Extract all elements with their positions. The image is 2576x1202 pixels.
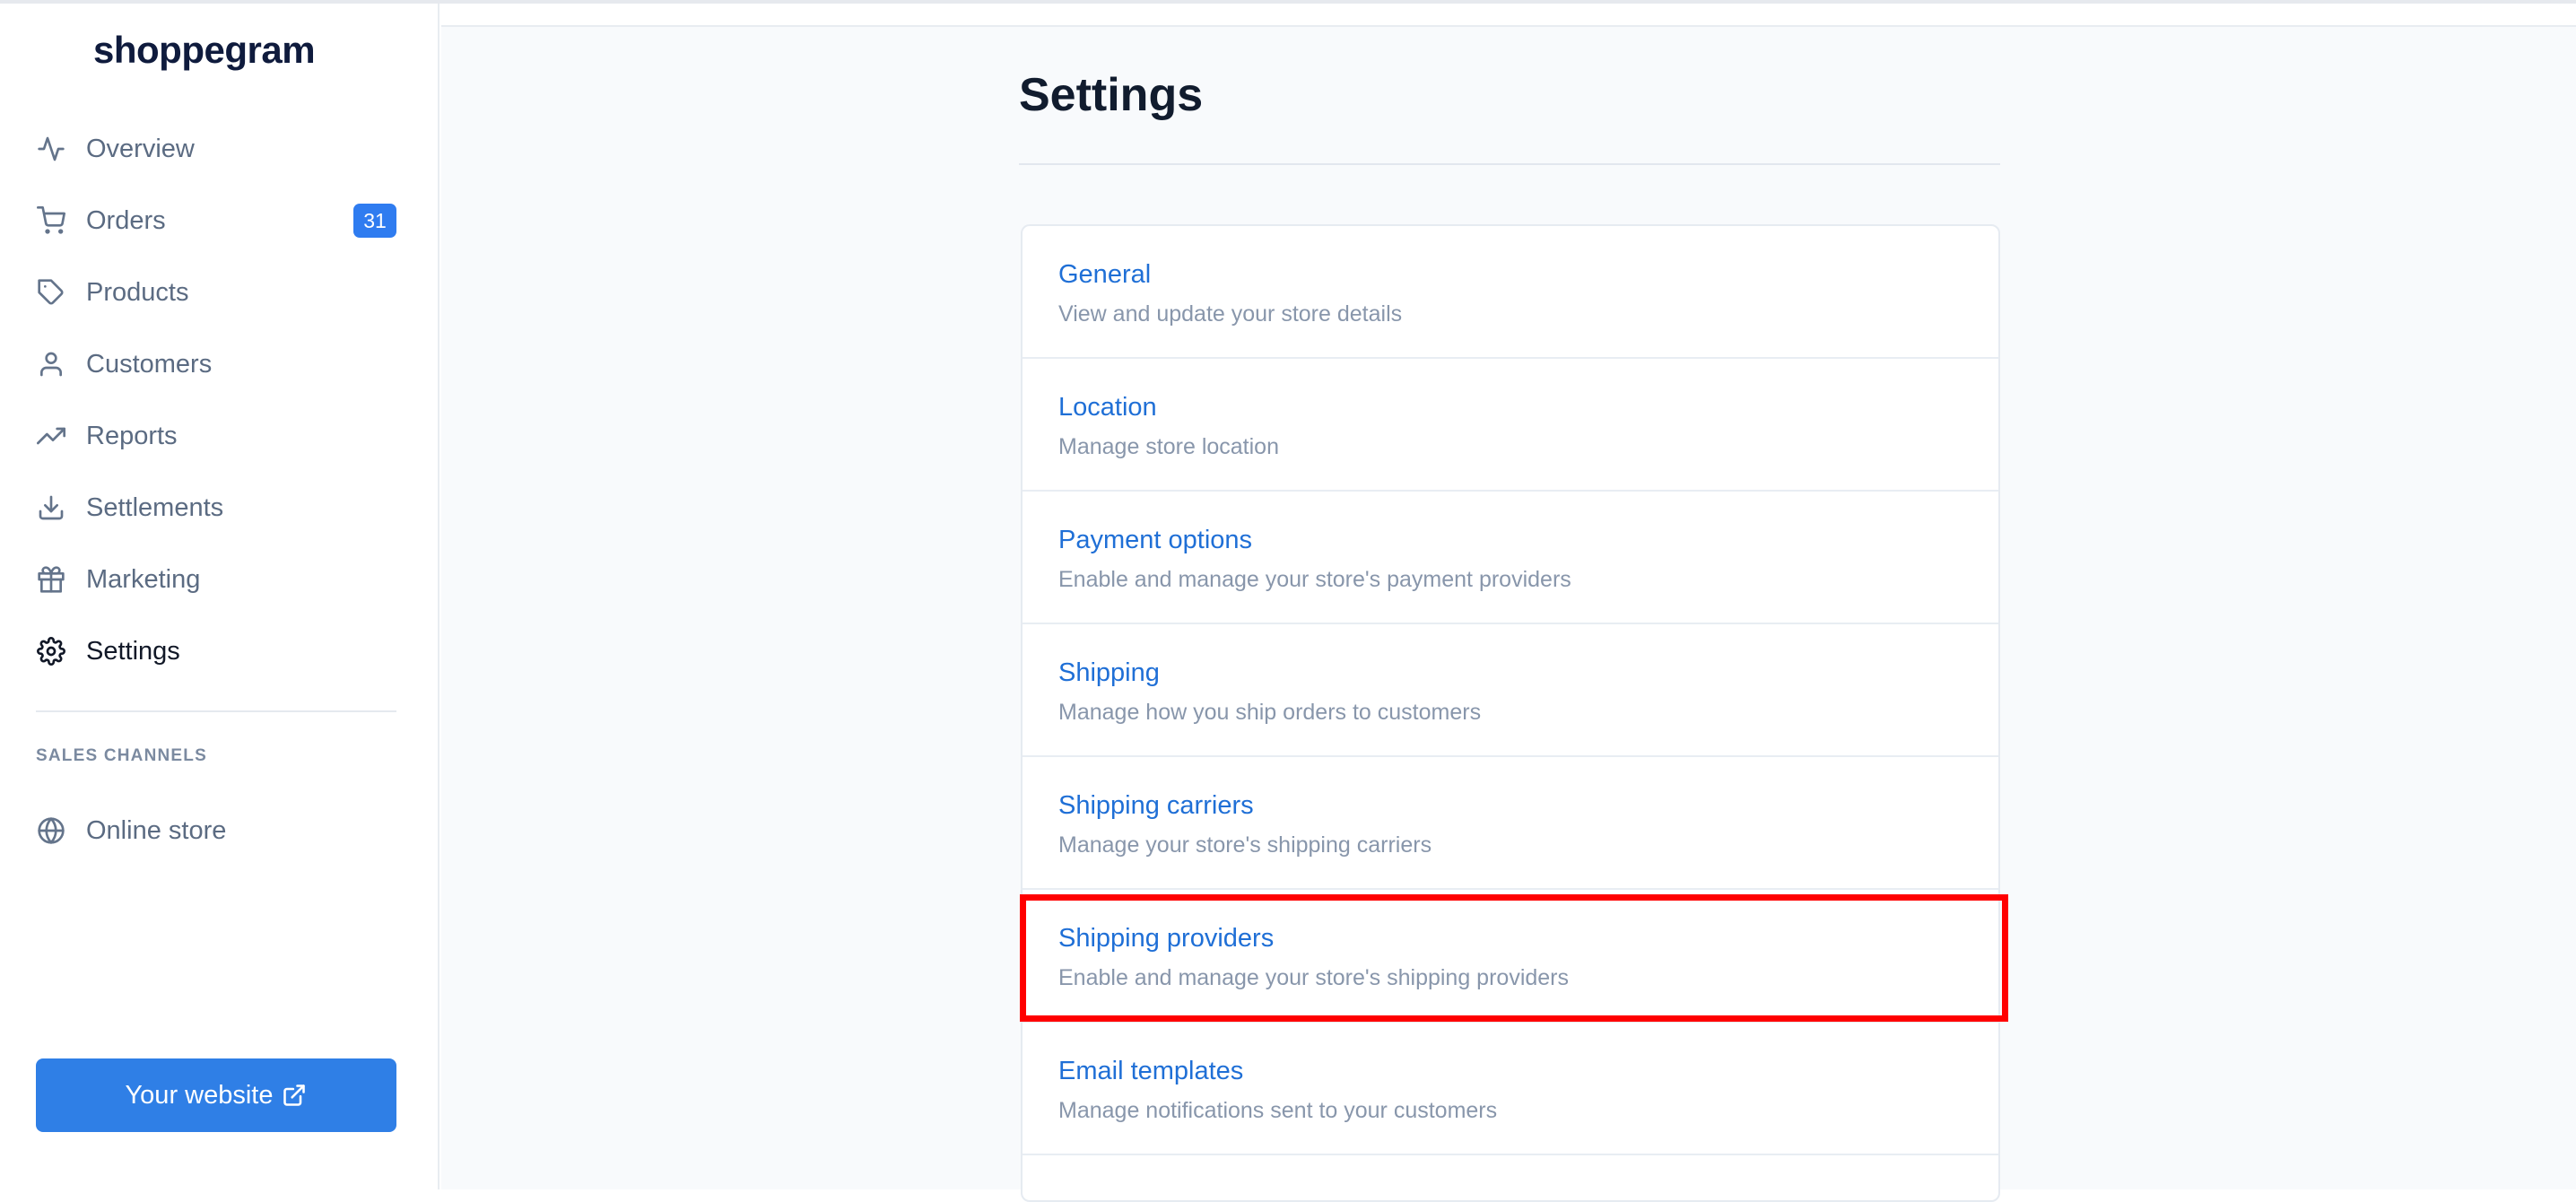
settings-item-title[interactable]: Payment options [1058, 526, 1252, 555]
sidebar-item-orders[interactable]: Orders 31 [36, 194, 396, 248]
settings-item-title[interactable]: Location [1058, 393, 1157, 422]
activity-icon [36, 134, 66, 164]
your-website-label: Your website [125, 1080, 274, 1110]
settings-item-payment-options[interactable]: Payment options Enable and manage your s… [1023, 492, 1998, 624]
sidebar-item-label: Online store [86, 815, 227, 845]
gear-icon [36, 636, 66, 666]
sidebar-divider [36, 710, 396, 712]
settings-list: General View and update your store detai… [1021, 224, 2000, 1202]
settings-item-title[interactable]: Shipping providers [1058, 924, 1274, 954]
sidebar-item-online-store[interactable]: Online store [36, 804, 396, 858]
settings-item-description: Manage store location [1058, 434, 1279, 459]
settings-item-location[interactable]: Location Manage store location [1023, 359, 1998, 492]
settings-item-description: Enable and manage your store's payment p… [1058, 567, 1571, 592]
settings-item-description: View and update your store details [1058, 301, 1403, 327]
sidebar-item-label: Reports [86, 421, 178, 450]
sidebar-item-customers[interactable]: Customers [36, 337, 396, 391]
sidebar-item-label: Settlements [86, 492, 224, 522]
sidebar-item-label: Products [86, 277, 189, 307]
sidebar-item-reports[interactable]: Reports [36, 409, 396, 463]
cart-icon [36, 205, 66, 236]
sidebar-item-products[interactable]: Products [36, 266, 396, 319]
top-bar [441, 4, 2576, 27]
settings-item-shipping-carriers[interactable]: Shipping carriers Manage your store's sh… [1023, 757, 1998, 890]
sidebar-item-marketing[interactable]: Marketing [36, 553, 396, 606]
settings-item-shipping[interactable]: Shipping Manage how you ship orders to c… [1023, 624, 1998, 757]
settings-item-email-templates[interactable]: Email templates Manage notifications sen… [1023, 1023, 1998, 1155]
settings-item-shipping-providers[interactable]: Shipping providers Enable and manage you… [1023, 890, 1998, 1023]
external-link-icon [283, 1084, 306, 1106]
sales-channels-heading: SALES CHANNELS [36, 746, 207, 765]
settings-item-description: Enable and manage your store's shipping … [1058, 965, 1570, 990]
title-divider [1019, 163, 2000, 165]
sidebar-item-label: Overview [86, 134, 195, 163]
settings-item-title[interactable]: Shipping carriers [1058, 791, 1254, 821]
sidebar-item-settings[interactable]: Settings [36, 624, 396, 678]
main-content: Settings General View and update your st… [441, 4, 2576, 1202]
sidebar-item-overview[interactable]: Overview [36, 122, 396, 176]
trending-up-icon [36, 421, 66, 451]
sidebar-item-label: Orders [86, 205, 166, 235]
page-title: Settings [1019, 69, 1204, 121]
settings-item-description: Manage how you ship orders to customers [1058, 700, 1482, 725]
user-icon [36, 349, 66, 379]
settings-item-title[interactable]: General [1058, 260, 1151, 290]
settings-item-description: Manage notifications sent to your custom… [1058, 1098, 1498, 1123]
your-website-button[interactable]: Your website [36, 1058, 396, 1132]
sidebar-item-label: Marketing [86, 564, 201, 594]
download-icon [36, 492, 66, 523]
gift-icon [36, 564, 66, 595]
tag-icon [36, 277, 66, 308]
settings-item-title[interactable]: Shipping [1058, 658, 1160, 688]
app-logo[interactable]: shoppegram [93, 29, 316, 72]
settings-item-description: Manage your store's shipping carriers [1058, 832, 1432, 858]
sidebar-item-settlements[interactable]: Settlements [36, 481, 396, 535]
sidebar-item-label: Settings [86, 636, 180, 666]
settings-item-title[interactable]: Email templates [1058, 1057, 1243, 1086]
settings-item-general[interactable]: General View and update your store detai… [1023, 226, 1998, 359]
orders-count-badge: 31 [353, 204, 396, 238]
sidebar-item-label: Customers [86, 349, 213, 379]
globe-icon [36, 815, 66, 846]
sidebar: shoppegram Overview Orders 31 Products C… [0, 4, 439, 1189]
